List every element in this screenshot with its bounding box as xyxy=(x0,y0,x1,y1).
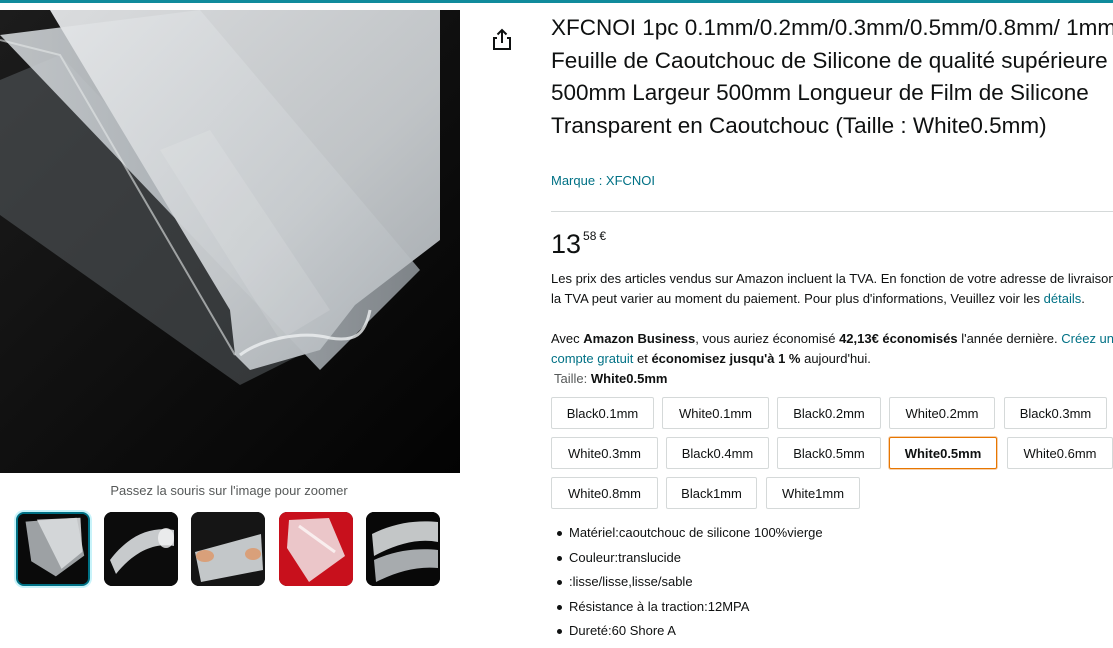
size-option-white0.5mm[interactable]: White0.5mm xyxy=(889,437,997,469)
business-discount: économisez jusqu'à 1 % xyxy=(651,351,801,366)
price-currency: € xyxy=(599,229,607,243)
thumbnail-1[interactable] xyxy=(16,512,90,586)
business-savings: 42,13€ économisés xyxy=(839,331,958,346)
bullet-item: :lisse/lisse,lisse/sable xyxy=(557,570,1109,595)
size-option-white0.6mm[interactable]: White0.6mm xyxy=(1007,437,1113,469)
size-option-white0.3mm[interactable]: White0.3mm xyxy=(551,437,658,469)
thumbnail-2[interactable] xyxy=(104,512,178,586)
size-option-white1mm[interactable]: White1mm xyxy=(766,477,860,509)
thumbnail-4[interactable] xyxy=(279,512,353,586)
size-option-black1mm[interactable]: Black1mm xyxy=(666,477,757,509)
tax-note: Les prix des articles vendus sur Amazon … xyxy=(551,271,1113,306)
business-name: Amazon Business xyxy=(583,331,696,346)
size-option-black0.2mm[interactable]: Black0.2mm xyxy=(777,397,881,429)
size-option-black0.4mm[interactable]: Black0.4mm xyxy=(666,437,769,469)
bullet-item: Matériel:caoutchouc de silicone 100%vier… xyxy=(557,521,1109,546)
size-option-white0.2mm[interactable]: White0.2mm xyxy=(889,397,995,429)
size-option-black0.1mm[interactable]: Black0.1mm xyxy=(551,397,654,429)
size-option-black0.5mm[interactable]: Black0.5mm xyxy=(777,437,881,469)
product-title: XFCNOI 1pc 0.1mm/0.2mm/0.3mm/0.5mm/0.8mm… xyxy=(551,15,1113,138)
silicone-sheet-picture xyxy=(0,10,460,473)
details-link[interactable]: détails xyxy=(1044,291,1082,306)
business-note: Avec Amazon Business, vous auriez économ… xyxy=(551,331,1113,366)
price-whole: 13 xyxy=(551,229,582,259)
bullet-item: Résistance à la traction:12MPA xyxy=(557,595,1109,620)
size-option-white0.8mm[interactable]: White0.8mm xyxy=(551,477,658,509)
bullet-item: Dureté:60 Shore A xyxy=(557,619,1109,644)
size-selected-value: White0.5mm xyxy=(590,371,668,386)
size-option-white0.1mm[interactable]: White0.1mm xyxy=(662,397,769,429)
price-fraction: 58 xyxy=(583,229,597,243)
thumbnail-5[interactable] xyxy=(366,512,440,586)
main-product-image[interactable] xyxy=(0,10,460,473)
feature-bullets: Matériel:caoutchouc de silicone 100%vier… xyxy=(557,521,1109,644)
divider xyxy=(551,211,1113,212)
zoom-hint: Passez la souris sur l'image pour zoomer xyxy=(110,483,348,498)
price: 13 58 € xyxy=(551,228,606,260)
share-icon[interactable] xyxy=(491,27,513,51)
size-option-black0.3mm[interactable]: Black0.3mm xyxy=(1004,397,1107,429)
page-top-rule xyxy=(0,0,1113,3)
thumbnail-3[interactable] xyxy=(191,512,265,586)
brand-link[interactable]: Marque : XFCNOI xyxy=(551,173,655,188)
size-label: Taille: White0.5mm xyxy=(554,371,668,386)
bullet-item: Couleur:translucide xyxy=(557,546,1109,571)
